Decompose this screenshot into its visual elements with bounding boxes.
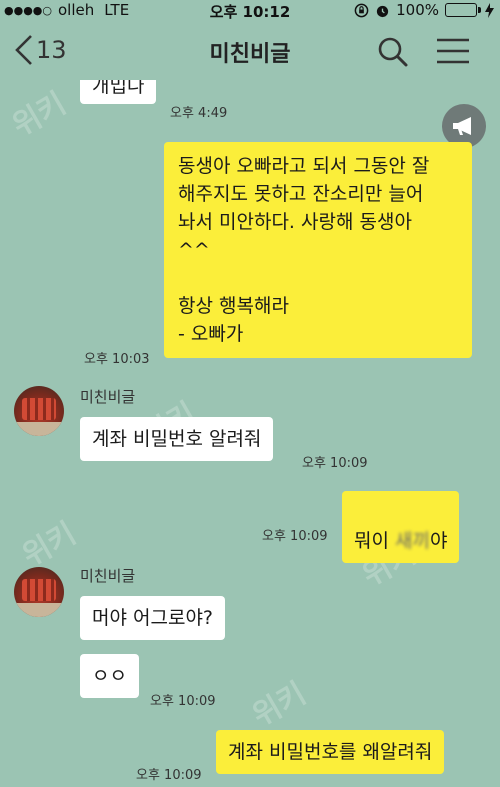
message-time: 오후 10:09 bbox=[150, 694, 216, 709]
message-time: 오후 10:03 bbox=[84, 352, 150, 367]
sender-name: 미친비글 bbox=[80, 567, 136, 585]
message-text: 뭐이 bbox=[354, 530, 395, 552]
watermark: 위키 bbox=[6, 86, 73, 144]
battery-icon bbox=[445, 3, 481, 17]
chat-title: 미친비글 bbox=[209, 42, 291, 67]
chat-header: 13 미친비글 bbox=[0, 20, 500, 80]
status-bar: ●●●●○ olleh LTE 오후 10:12 100% bbox=[0, 0, 500, 21]
battery-percent: 100% bbox=[396, 1, 439, 19]
menu-icon[interactable] bbox=[436, 36, 470, 66]
alarm-icon bbox=[376, 5, 389, 17]
message-bubble-incoming[interactable]: 머야 어그로야? bbox=[80, 596, 226, 640]
censored-text: 새끼 bbox=[395, 530, 430, 552]
lock-rotation-icon bbox=[354, 3, 369, 17]
charging-icon bbox=[485, 2, 494, 18]
message-text: 야 bbox=[429, 530, 448, 552]
message-bubble-outgoing[interactable]: 동생아 오빠라고 되서 그동안 잘 해주지도 못하고 잔소리만 늘어 놔서 미안… bbox=[164, 142, 472, 358]
message-time: 오후 10:09 bbox=[262, 529, 328, 544]
message-bubble-incoming[interactable]: 계좌 비밀번호 알려줘 bbox=[80, 417, 274, 461]
message-time: 오후 10:09 bbox=[302, 456, 368, 471]
status-right: 100% bbox=[354, 1, 494, 19]
message-time: 오후 10:09 bbox=[136, 768, 202, 783]
watermark: 위키 bbox=[16, 516, 83, 574]
message-time: 오후 4:49 bbox=[170, 106, 228, 121]
message-bubble-outgoing[interactable]: 뭐이 새끼야 bbox=[342, 491, 460, 563]
watermark: 위키 bbox=[246, 676, 313, 734]
search-icon[interactable] bbox=[377, 36, 409, 68]
avatar[interactable] bbox=[14, 386, 64, 436]
message-bubble-incoming[interactable]: 개밉나 bbox=[80, 80, 157, 104]
message-bubble-incoming[interactable]: ㅇㅇ bbox=[80, 654, 139, 698]
megaphone-icon bbox=[453, 117, 471, 135]
avatar[interactable] bbox=[14, 567, 64, 617]
chat-area[interactable]: 위키 위키 위키 위키 위키 위키 개밉나 오후 4:49 동생아 오빠라고 되… bbox=[0, 80, 500, 787]
sender-name: 미친비글 bbox=[80, 388, 136, 406]
message-bubble-outgoing[interactable]: 계좌 비밀번호를 왜알려줘 bbox=[216, 730, 445, 774]
